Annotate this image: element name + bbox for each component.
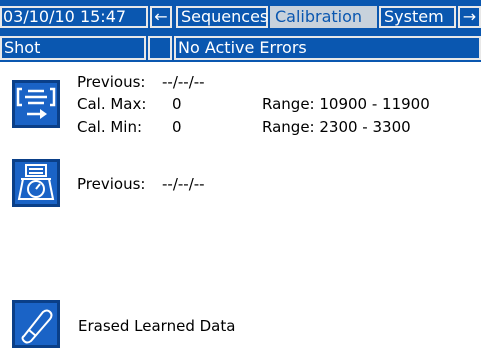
cal-min-range: Range: 2300 - 3300 <box>262 118 411 136</box>
error-status: No Active Errors <box>174 36 481 60</box>
status-bar: Shot No Active Errors <box>0 32 481 62</box>
tab-calibration[interactable]: Calibration <box>270 6 377 28</box>
status-spacer <box>148 36 172 60</box>
shot-previous-value: --/--/-- <box>162 73 205 91</box>
scale-previous-value: --/--/-- <box>162 175 205 193</box>
shot-previous-label: Previous: <box>77 73 146 91</box>
datetime-display: 03/10/10 15:47 <box>0 6 148 28</box>
cal-min-label: Cal. Min: <box>77 118 143 136</box>
cal-max-value: 0 <box>172 95 182 113</box>
tab-system[interactable]: System <box>379 6 456 28</box>
shot-calibration-icon <box>16 87 56 119</box>
shot-calibration-button[interactable] <box>12 80 60 128</box>
nav-left-arrow[interactable]: ← <box>150 6 172 28</box>
eraser-icon <box>21 309 53 344</box>
cal-min-value: 0 <box>172 118 182 136</box>
scale-calibration-icon <box>17 164 55 200</box>
erase-learned-data-button[interactable] <box>12 300 60 348</box>
cal-max-range: Range: 10900 - 11900 <box>262 95 430 113</box>
cal-max-label: Cal. Max: <box>77 95 147 113</box>
top-nav-bar: 03/10/10 15:47 ← Sequences Calibration S… <box>0 0 481 32</box>
mode-indicator: Shot <box>0 36 146 60</box>
scale-previous-label: Previous: <box>77 175 146 193</box>
tab-sequences[interactable]: Sequences <box>176 6 268 28</box>
scale-calibration-button[interactable] <box>12 159 60 207</box>
nav-right-arrow[interactable]: → <box>458 6 481 28</box>
erase-status-label: Erased Learned Data <box>78 317 236 335</box>
